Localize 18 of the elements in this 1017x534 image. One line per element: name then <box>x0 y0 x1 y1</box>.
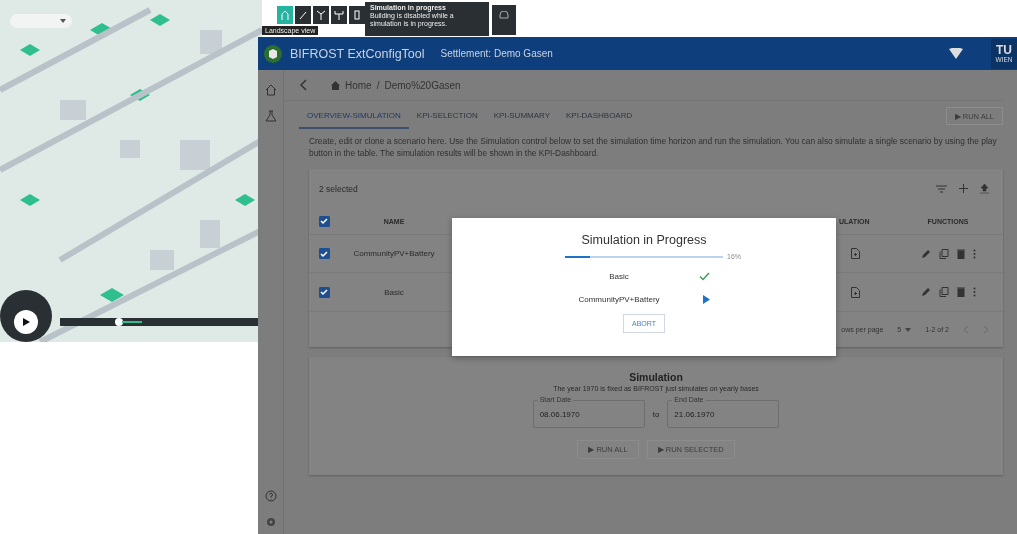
breadcrumb-separator: / <box>376 79 380 91</box>
scenario-name: Basic <box>608 271 630 281</box>
app-title: BIFROST ExtConfigTool <box>290 46 425 61</box>
breadcrumb-link[interactable]: Home <box>345 79 372 91</box>
to-label: to <box>652 409 660 419</box>
description-text: Create, edit or clone a scenario here. Use the Simulation control below to set the simulation time horizon and run the simulation. You can also simulate a single scenario by using the play button in the table. The simulation results will be shown in the KPI-Dashboard. <box>309 135 998 159</box>
table-cell: CommunityPV+Battery <box>353 249 435 258</box>
tab[interactable]: KPI-DASHBOARD <box>558 103 641 129</box>
simulation-title: Simulation <box>629 371 683 383</box>
tab[interactable]: KPI-SELECTION <box>408 103 486 129</box>
settlement-label: Settlement: Demo Gasen <box>440 48 553 59</box>
breadcrumb-link[interactable]: Demo%20Gasen <box>384 79 461 91</box>
tab[interactable]: KPI-SUMMARY <box>485 103 558 129</box>
tab[interactable]: OVERVIEW-SIMULATION <box>299 103 409 129</box>
scenario-name: CommunityPV+Battery <box>577 294 661 304</box>
dialog-title: Simulation in Progress <box>581 233 707 247</box>
table-cell: Basic <box>384 287 404 297</box>
selection-count: 2 selected <box>319 183 358 194</box>
